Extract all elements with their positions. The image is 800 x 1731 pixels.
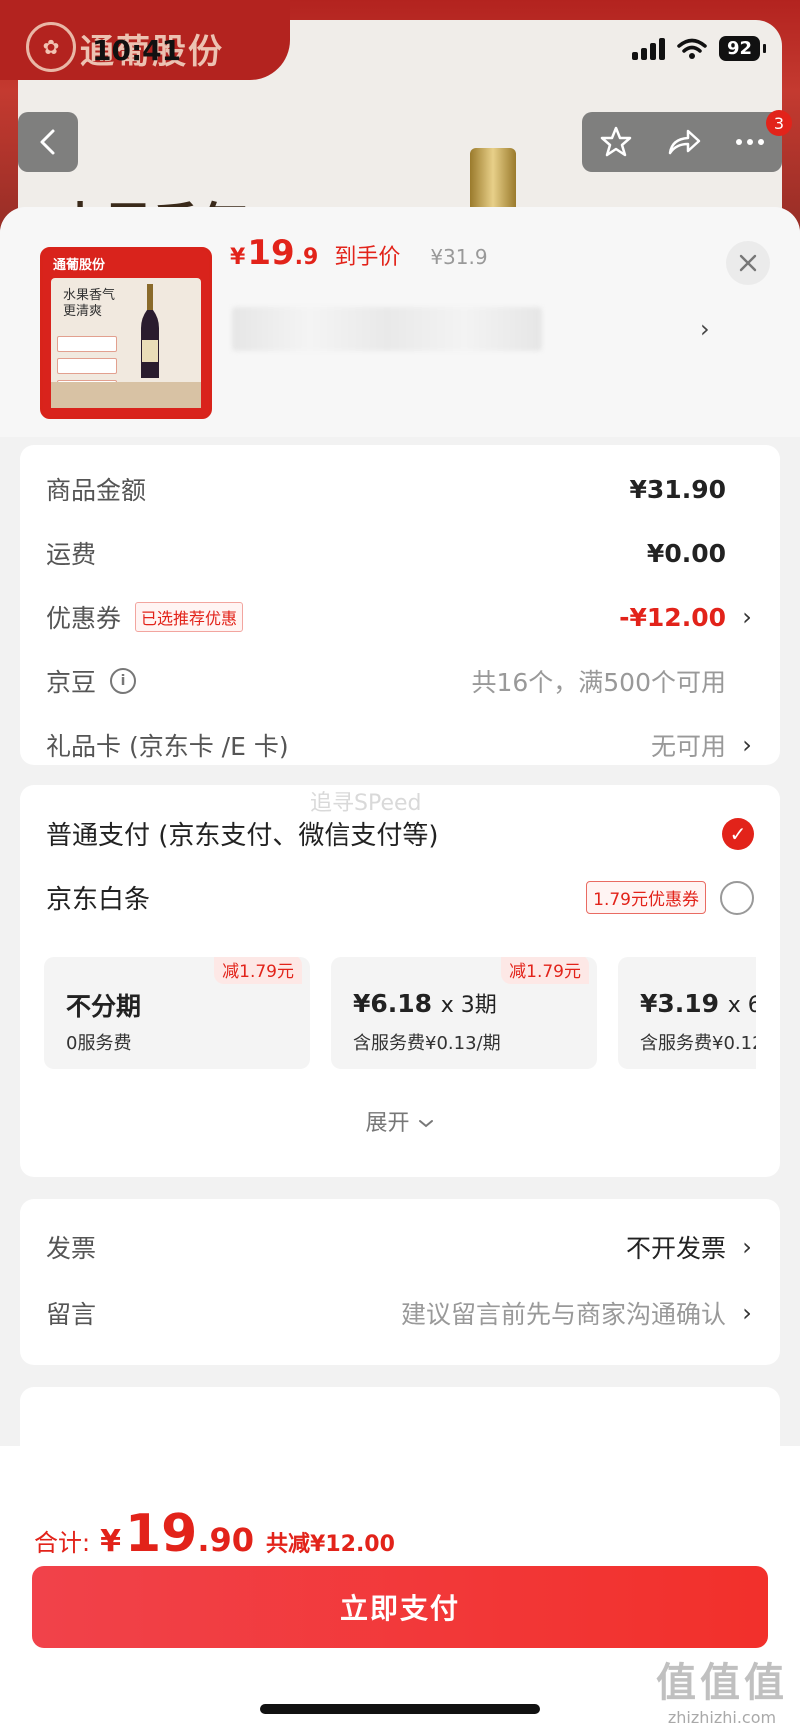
- cellular-signal-icon: [631, 37, 665, 60]
- installment-plan-option[interactable]: ¥3.19 x 6期 含服务费¥0.12/期: [618, 957, 756, 1069]
- goods-amount-label: 商品金额: [46, 476, 147, 505]
- site-watermark: 值值值 zhizhizhi.com: [656, 1650, 788, 1727]
- expand-plans-button[interactable]: 展开: [20, 1105, 780, 1137]
- plan-discount-badge: 减1.79元: [501, 957, 589, 984]
- checkmark-radio-icon[interactable]: ✓: [722, 817, 754, 850]
- chevron-down-icon: [418, 1120, 433, 1128]
- giftcard-value: 无可用: [650, 732, 726, 761]
- plan-title: ¥6.18: [353, 989, 433, 1018]
- plan-times: x 3期: [440, 993, 497, 1018]
- status-indicators: 92: [631, 36, 767, 61]
- message-row[interactable]: 留言 建议留言前先与商家沟通确认 ›: [46, 1295, 754, 1331]
- back-button[interactable]: [18, 112, 78, 172]
- plan-fee: 含服务费¥0.12/期: [640, 1033, 756, 1054]
- chevron-right-icon: ›: [742, 1299, 752, 1327]
- installment-plan-option[interactable]: 减1.79元 ¥6.18 x 3期 含服务费¥0.13/期: [331, 957, 597, 1069]
- order-extra-card: 发票 不开发票 › 留言 建议留言前先与商家沟通确认 ›: [20, 1199, 780, 1365]
- invoice-row[interactable]: 发票 不开发票 ›: [46, 1229, 754, 1265]
- baitiao-payment-option[interactable]: 京东白条 1.79元优惠券: [46, 879, 754, 916]
- goods-amount-row: 商品金额 ¥31.90 ›: [46, 471, 754, 507]
- jingdou-value: 共16个，满500个可用: [471, 668, 726, 697]
- more-icon[interactable]: [735, 137, 765, 147]
- shipping-value: ¥0.00: [646, 538, 726, 568]
- price-integer: 19: [247, 233, 295, 273]
- plan-discount-badge: 减1.79元: [214, 957, 302, 984]
- plan-fee: 含服务费¥0.13/期: [353, 1033, 501, 1054]
- installment-plan-option[interactable]: 减1.79元 不分期 0服务费: [44, 957, 310, 1069]
- shipping-label: 运费: [46, 540, 97, 569]
- total-integer: 19: [124, 1504, 198, 1564]
- chevron-right-icon: ›: [742, 731, 752, 759]
- chevron-right-icon: ›: [742, 1233, 752, 1261]
- invoice-label: 发票: [46, 1234, 97, 1263]
- message-placeholder: 建议留言前先与商家沟通确认: [400, 1300, 726, 1329]
- giftcard-label: 礼品卡 (京东卡 /E 卡): [46, 732, 289, 761]
- coupon-label: 优惠券: [46, 604, 122, 633]
- goods-amount-value: ¥31.90: [629, 474, 726, 504]
- price-currency: ¥: [230, 245, 246, 270]
- checkout-footer: 合计: ¥ 19 .90 共减¥12.00 立即支付 值值值 zhizhizhi…: [0, 1446, 800, 1731]
- user-watermark: 追寻SPeed: [310, 791, 422, 816]
- coupon-row[interactable]: 优惠券 已选推荐优惠 -¥12.00 ›: [46, 599, 754, 635]
- plan-fee: 0服务费: [66, 1033, 132, 1054]
- star-favorite-icon[interactable]: [599, 125, 633, 159]
- giftcard-row[interactable]: 礼品卡 (京东卡 /E 卡) 无可用 ›: [46, 727, 754, 763]
- wine-bottle-icon: [141, 284, 159, 378]
- home-indicator: [260, 1704, 540, 1714]
- pay-now-button[interactable]: 立即支付: [32, 1566, 768, 1648]
- battery-indicator: 92: [718, 36, 767, 61]
- total-saved: 共减¥12.00: [266, 1532, 395, 1557]
- normal-payment-label: 普通支付 (京东支付、微信支付等): [46, 821, 439, 851]
- invoice-value: 不开发票: [625, 1234, 726, 1263]
- original-price: ¥31.9: [430, 245, 488, 269]
- site-watermark-url: zhizhizhi.com: [667, 1708, 777, 1727]
- radio-unchecked-icon[interactable]: [720, 880, 754, 915]
- status-time: 10:41: [92, 34, 182, 67]
- message-count-badge: 3: [766, 110, 792, 136]
- chevron-right-icon[interactable]: ›: [700, 315, 710, 343]
- info-icon[interactable]: i: [110, 668, 137, 694]
- chevron-right-icon: ›: [742, 603, 752, 631]
- price-decimal: .9: [294, 245, 319, 270]
- wifi-icon: [677, 38, 707, 59]
- message-label: 留言: [46, 1300, 97, 1329]
- product-summary: 通葡股份 水果香气 更清爽 ¥ 19 .9 到手价 ¥31.9 ›: [0, 207, 800, 437]
- jingdou-label: 京豆: [46, 668, 97, 697]
- product-thumbnail[interactable]: 通葡股份 水果香气 更清爽: [40, 247, 212, 419]
- jingdou-row: 京豆 i 共16个，满500个可用 ›: [46, 663, 754, 699]
- thumb-title: 水果香气 更清爽: [63, 288, 116, 319]
- payment-card: 追寻SPeed 普通支付 (京东支付、微信支付等) ✓ 京东白条 1.79元优惠…: [20, 785, 780, 1177]
- total-decimal: .90: [197, 1521, 255, 1559]
- total-label: 合计:: [34, 1529, 91, 1557]
- total-currency: ¥: [100, 1524, 121, 1559]
- shipping-row: 运费 ¥0.00 ›: [46, 535, 754, 571]
- price-summary: ¥ 19 .9 到手价 ¥31.9: [230, 233, 488, 273]
- chevron-left-icon: [40, 129, 55, 155]
- normal-payment-option[interactable]: 普通支付 (京东支付、微信支付等) ✓: [46, 815, 754, 852]
- amount-card: 商品金额 ¥31.90 › 运费 ¥0.00 › 优惠券 已选推荐优惠 -¥12…: [20, 445, 780, 765]
- product-nav-actions: [582, 112, 782, 172]
- plan-title: ¥3.19: [640, 989, 720, 1018]
- sku-spec-selector[interactable]: [232, 307, 542, 351]
- site-watermark-logo: 值值值: [656, 1660, 788, 1706]
- thumb-brand: 通葡股份: [53, 258, 106, 273]
- close-icon: [739, 254, 757, 272]
- plan-times: x 6期: [727, 993, 756, 1018]
- baitiao-label: 京东白条: [46, 885, 151, 915]
- share-icon[interactable]: [666, 127, 702, 157]
- plan-title: 不分期: [66, 992, 142, 1021]
- baitiao-coupon-tag: 1.79元优惠券: [586, 881, 706, 914]
- coupon-selected-tag: 已选推荐优惠: [135, 602, 244, 632]
- expand-label: 展开: [365, 1111, 410, 1136]
- total-summary: 合计: ¥ 19 .90 共减¥12.00: [34, 1504, 395, 1564]
- price-label: 到手价: [334, 245, 401, 270]
- brand-logo-icon: ✿: [26, 22, 76, 72]
- installment-plans: 减1.79元 不分期 0服务费 减1.79元 ¥6.18 x 3期 含服务费¥0…: [44, 957, 756, 1071]
- coupon-value: -¥12.00: [619, 602, 726, 632]
- close-button[interactable]: [726, 241, 770, 285]
